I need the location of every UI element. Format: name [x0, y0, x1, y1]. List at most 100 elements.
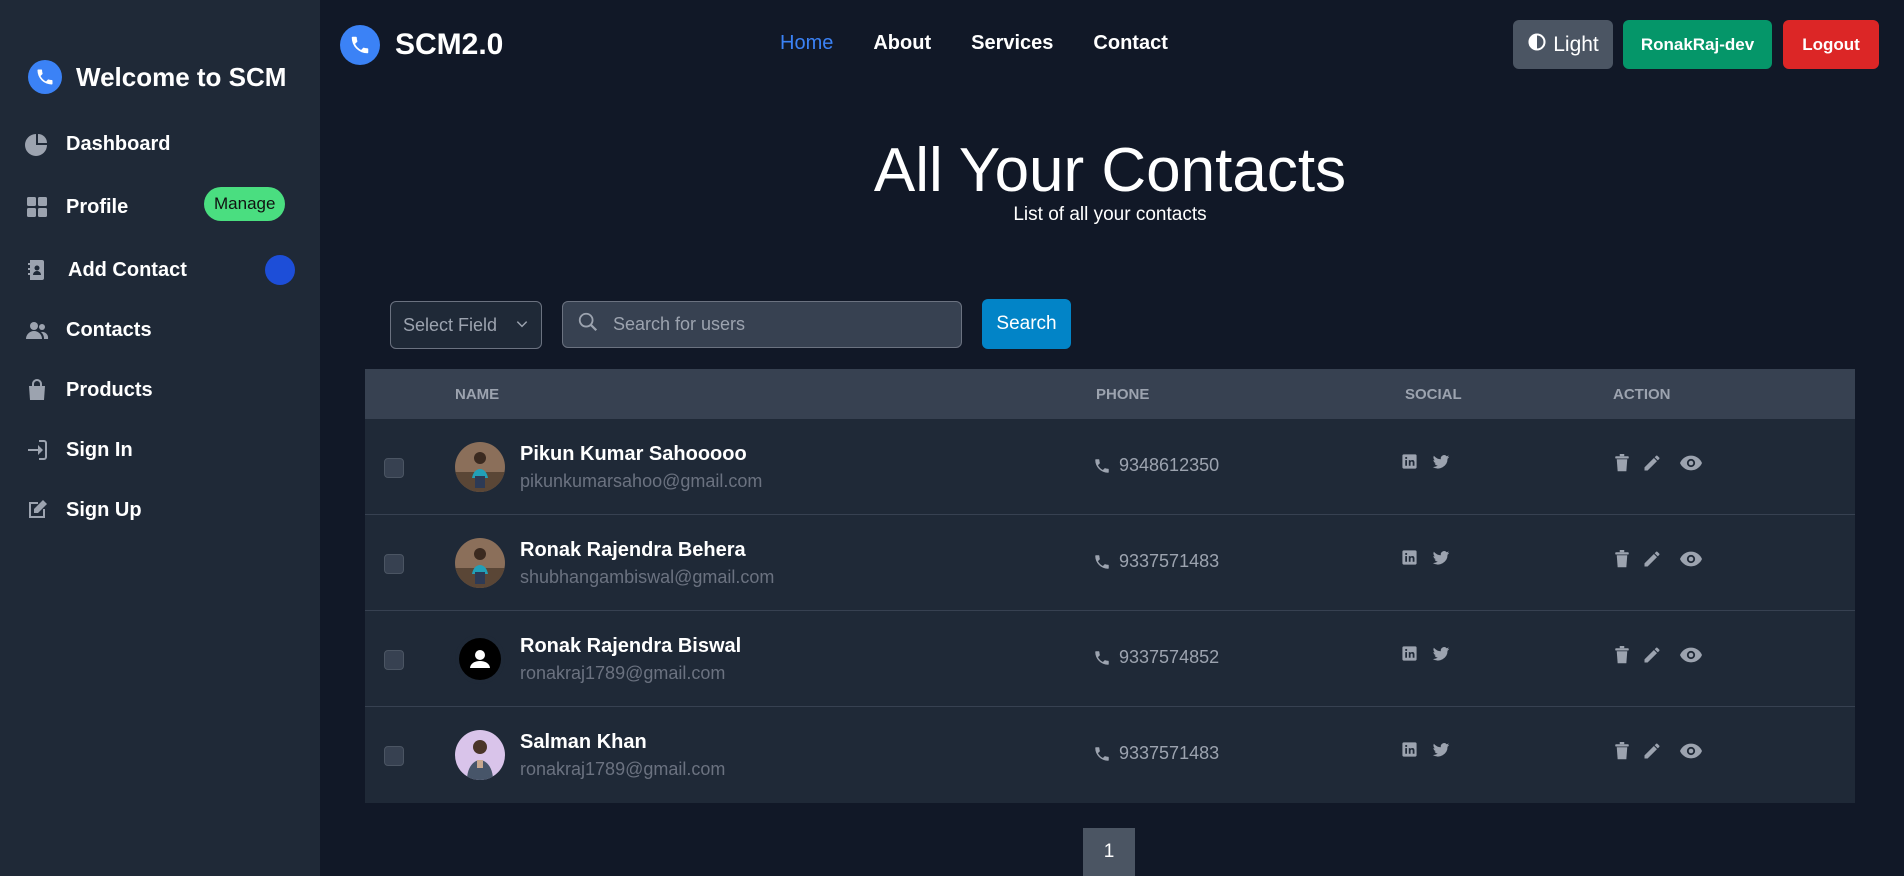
contact-name: Ronak Rajendra Behera	[520, 539, 746, 561]
eye-icon[interactable]	[1680, 646, 1702, 664]
contact-phone-number: 9337574852	[1119, 647, 1220, 667]
trash-icon[interactable]	[1614, 454, 1630, 472]
twitter-icon[interactable]	[1432, 645, 1450, 663]
row-checkbox[interactable]	[384, 746, 404, 766]
eye-icon[interactable]	[1680, 550, 1702, 568]
contact-email: shubhangambiswal@gmail.com	[520, 567, 775, 587]
contact-social	[1401, 741, 1450, 759]
column-header-phone: PHONE	[1096, 386, 1150, 403]
sidebar-item-label: Profile	[66, 195, 129, 218]
trash-icon[interactable]	[1614, 550, 1630, 568]
eye-icon[interactable]	[1680, 454, 1702, 472]
linkedin-icon[interactable]	[1401, 549, 1418, 567]
contact-actions	[1614, 549, 1702, 569]
sidebar-item-add-contact[interactable]: Add Contact	[24, 250, 300, 290]
linkedin-icon[interactable]	[1401, 645, 1418, 663]
phone-icon	[1093, 553, 1111, 571]
search-input[interactable]	[613, 314, 933, 335]
pencil-icon[interactable]	[1642, 741, 1662, 761]
field-select[interactable]: Select Field	[390, 301, 542, 349]
row-checkbox[interactable]	[384, 458, 404, 478]
sidebar-brand-title: Welcome to SCM	[76, 61, 287, 92]
phone-icon	[1093, 457, 1111, 475]
navbar-brand[interactable]: SCM2.0	[395, 28, 503, 62]
sidebar-item-contacts[interactable]: Contacts	[24, 310, 300, 350]
linkedin-icon[interactable]	[1401, 741, 1418, 759]
theme-toggle-label: Light	[1553, 32, 1599, 56]
contact-name: Pikun Kumar Sahooooo	[520, 443, 747, 465]
sidebar-item-label: Products	[66, 378, 153, 401]
address-book-icon	[24, 257, 50, 283]
nav-link-about[interactable]: About	[873, 32, 931, 55]
contact-phone: 9348612350	[1093, 455, 1219, 476]
nav-link-services[interactable]: Services	[971, 32, 1053, 55]
contact-social	[1401, 645, 1450, 663]
search-button[interactable]: Search	[982, 299, 1071, 349]
logout-button[interactable]: Logout	[1783, 20, 1879, 69]
contact-phone: 9337571483	[1093, 551, 1219, 572]
nav-link-home[interactable]: Home	[780, 32, 833, 55]
phone-icon	[1093, 745, 1111, 763]
table-header: NAME PHONE SOCIAL ACTION	[365, 369, 1855, 419]
sidebar-item-products[interactable]: Products	[24, 370, 300, 410]
contact-phone: 9337574852	[1093, 647, 1219, 668]
column-header-action: ACTION	[1613, 386, 1671, 403]
manage-badge[interactable]: Manage	[204, 187, 286, 221]
contacts-table: NAME PHONE SOCIAL ACTION Pikun Kumar Sah…	[365, 369, 1855, 803]
pen-to-square-icon	[24, 497, 50, 523]
contact-phone: 9337571483	[1093, 743, 1219, 764]
pie-chart-icon	[24, 131, 50, 157]
search-icon	[577, 311, 599, 338]
twitter-icon[interactable]	[1432, 549, 1450, 567]
linkedin-icon[interactable]	[1401, 453, 1418, 471]
contact-actions	[1614, 645, 1702, 665]
table-row: Salman Khan ronakraj1789@gmail.com 93375…	[365, 707, 1855, 803]
twitter-icon[interactable]	[1432, 453, 1450, 471]
sidebar-item-profile[interactable]: Profile Manage	[24, 187, 300, 227]
pagination-page-1[interactable]: 1	[1083, 828, 1135, 876]
user-profile-button[interactable]: RonakRaj-dev	[1623, 20, 1772, 69]
phone-icon	[1093, 649, 1111, 667]
contact-social	[1401, 549, 1450, 567]
table-row: Pikun Kumar Sahooooo pikunkumarsahoo@gma…	[365, 419, 1855, 515]
sidebar-item-label: Contacts	[66, 318, 152, 341]
avatar	[455, 538, 505, 588]
pencil-icon[interactable]	[1642, 645, 1662, 665]
sidebar-item-sign-up[interactable]: Sign Up	[24, 490, 300, 530]
contact-phone-number: 9337571483	[1119, 551, 1220, 571]
pencil-icon[interactable]	[1642, 549, 1662, 569]
column-header-social: SOCIAL	[1405, 386, 1462, 403]
sidebar-item-label: Dashboard	[66, 132, 171, 155]
notification-dot	[265, 255, 295, 285]
trash-icon[interactable]	[1614, 742, 1630, 760]
sign-in-icon	[24, 437, 50, 463]
sidebar-item-dashboard[interactable]: Dashboard	[24, 124, 300, 164]
pencil-icon[interactable]	[1642, 453, 1662, 473]
navbar-logo-icon[interactable]	[340, 25, 380, 65]
trash-icon[interactable]	[1614, 646, 1630, 664]
sidebar-brand[interactable]: Welcome to SCM	[28, 60, 286, 94]
contact-phone-number: 9348612350	[1119, 455, 1220, 475]
theme-toggle-button[interactable]: Light	[1513, 20, 1613, 69]
search-box	[562, 301, 962, 348]
sidebar-item-label: Add Contact	[68, 258, 187, 281]
navbar-links: Home About Services Contact	[780, 32, 1168, 55]
contact-email: pikunkumarsahoo@gmail.com	[520, 471, 763, 491]
shopping-bag-icon	[24, 377, 50, 403]
eye-icon[interactable]	[1680, 742, 1702, 760]
row-checkbox[interactable]	[384, 554, 404, 574]
grid-icon	[24, 194, 50, 220]
phone-logo-icon	[28, 60, 62, 94]
chevron-down-icon	[515, 315, 529, 336]
sidebar: Welcome to SCM Dashboard Profile Manage …	[0, 0, 320, 876]
nav-link-contact[interactable]: Contact	[1093, 32, 1167, 55]
contact-email: ronakraj1789@gmail.com	[520, 663, 726, 683]
row-checkbox[interactable]	[384, 650, 404, 670]
table-row: Ronak Rajendra Behera shubhangambiswal@g…	[365, 515, 1855, 611]
twitter-icon[interactable]	[1432, 741, 1450, 759]
sidebar-item-sign-in[interactable]: Sign In	[24, 430, 300, 470]
contact-social	[1401, 453, 1450, 471]
avatar	[455, 442, 505, 492]
contact-name: Ronak Rajendra Biswal	[520, 635, 742, 657]
contact-actions	[1614, 453, 1702, 473]
